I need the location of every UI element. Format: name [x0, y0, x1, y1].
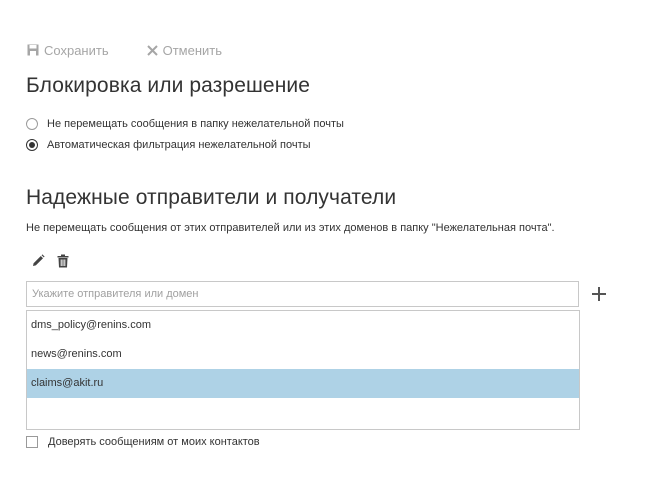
trust-contacts-option[interactable]: Доверять сообщениям от моих контактов: [26, 436, 260, 448]
cancel-icon: [146, 44, 158, 56]
trust-contacts-label: Доверять сообщениям от моих контактов: [48, 436, 260, 448]
edit-button[interactable]: [31, 254, 45, 268]
toolbar: Сохранить Отменить: [27, 41, 260, 59]
list-actions: [31, 254, 81, 268]
radio-label: Не перемещать сообщения в папку нежелате…: [47, 118, 344, 130]
cancel-button[interactable]: Отменить: [146, 42, 223, 58]
add-icon[interactable]: [590, 285, 608, 303]
delete-button[interactable]: [57, 254, 69, 268]
edit-icon: [33, 254, 45, 266]
cancel-label: Отменить: [162, 42, 223, 58]
list-item[interactable]: news@renins.com: [27, 340, 579, 369]
radio-button[interactable]: [26, 118, 38, 130]
save-button[interactable]: Сохранить: [27, 43, 109, 58]
sender-input[interactable]: [26, 281, 579, 307]
list-item-selected[interactable]: claims@akit.ru: [27, 369, 579, 398]
radio-option-do-not-move[interactable]: Не перемещать сообщения в папку нежелате…: [26, 118, 344, 130]
save-label: Сохранить: [44, 42, 109, 58]
delete-icon: [57, 254, 69, 268]
radio-label: Автоматическая фильтрация нежелательной …: [47, 139, 311, 151]
save-icon: [27, 44, 39, 56]
safe-senders-list[interactable]: dms_policy@renins.com news@renins.com cl…: [26, 310, 580, 430]
block-section-title: Блокировка или разрешение: [26, 74, 311, 97]
radio-button-checked[interactable]: [26, 139, 38, 151]
radio-option-auto-filter[interactable]: Автоматическая фильтрация нежелательной …: [26, 139, 311, 151]
safe-senders-title: Надежные отправители и получатели: [26, 186, 397, 209]
trust-contacts-checkbox[interactable]: [26, 436, 38, 448]
list-item[interactable]: dms_policy@renins.com: [27, 311, 579, 340]
safe-senders-description: Не перемещать сообщения от этих отправит…: [26, 222, 555, 234]
